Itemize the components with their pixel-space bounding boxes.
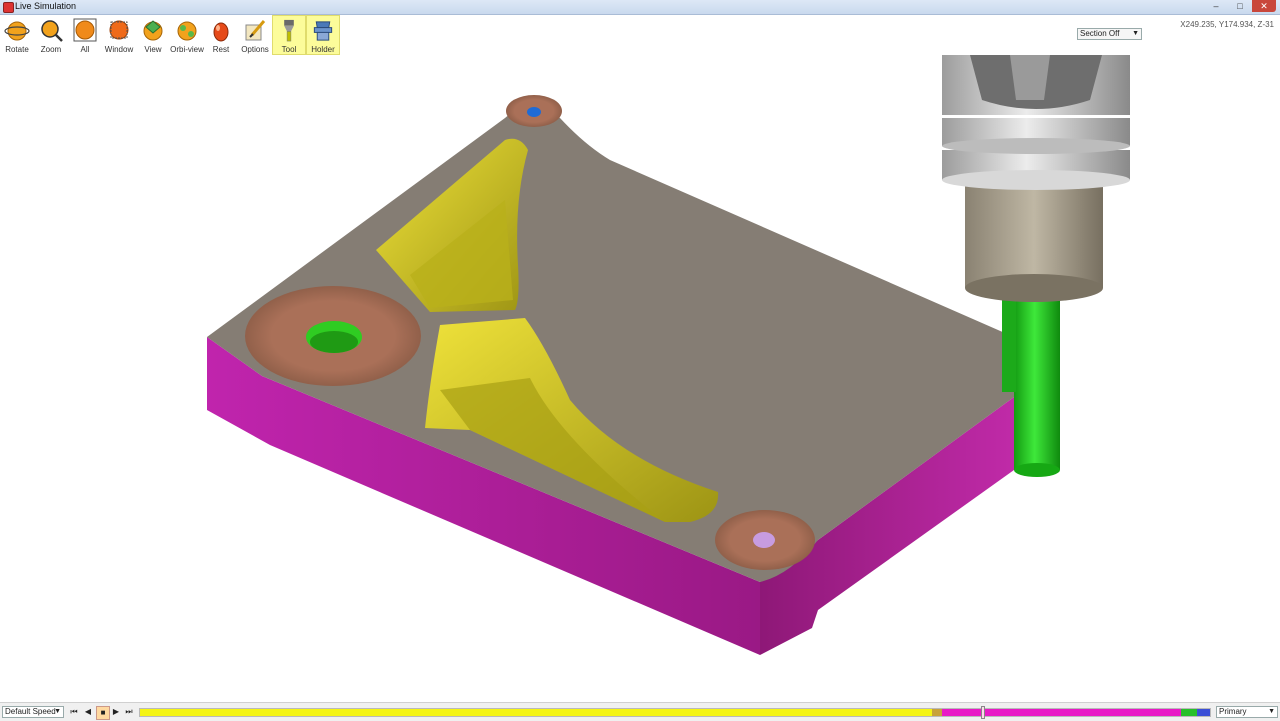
rest-material-button[interactable]: Rest xyxy=(204,15,238,55)
hole-left-inner xyxy=(310,331,358,353)
zoom-window-button[interactable]: Window xyxy=(102,15,136,55)
cutting-tool-flute xyxy=(1002,300,1016,392)
holder-label: Holder xyxy=(311,45,335,54)
holder-icon xyxy=(313,21,333,41)
simulation-viewport[interactable] xyxy=(0,55,1280,700)
holder-collar xyxy=(965,178,1103,288)
options-label: Options xyxy=(241,45,269,54)
holder-ring-mid-edge xyxy=(942,138,1130,154)
simulation-scene xyxy=(207,55,1130,655)
options-icon xyxy=(245,20,266,41)
stop-icon: ■ xyxy=(100,708,106,717)
skip-end-icon: ⏭ xyxy=(125,707,133,716)
zoom-label: Zoom xyxy=(40,45,62,54)
orbi-view-icon xyxy=(177,21,197,41)
holder-taper-shine xyxy=(1010,55,1050,100)
zoom-button[interactable]: Zoom xyxy=(34,15,68,55)
toolbar: Rotate Zoom All Window View Orbi-view Re… xyxy=(0,15,340,55)
timeline-segment xyxy=(1197,709,1210,716)
app-icon xyxy=(3,2,14,13)
options-button[interactable]: Options xyxy=(238,15,272,55)
view-button[interactable]: View xyxy=(136,15,170,55)
hole-top xyxy=(527,107,541,117)
cutting-tool-tip xyxy=(1014,463,1060,477)
timeline-segment xyxy=(942,709,1182,716)
window-title: Live Simulation xyxy=(15,1,77,11)
section-select-value: Section Off xyxy=(1080,29,1120,38)
view-icon xyxy=(143,20,163,41)
step-back-button[interactable]: ◀ xyxy=(82,706,94,718)
chevron-down-icon: ▼ xyxy=(1268,708,1275,715)
orbi-view-button[interactable]: Orbi-view xyxy=(170,15,204,55)
cutting-tool-shank xyxy=(1014,300,1060,470)
holder-toggle-button[interactable]: Holder xyxy=(306,15,340,55)
zoom-window-icon xyxy=(109,20,129,40)
tool-icon xyxy=(284,19,294,42)
timeline-segment xyxy=(931,709,943,716)
fit-all-label: All xyxy=(80,45,90,54)
rotate-label: Rotate xyxy=(5,45,29,54)
orbi-view-label: Orbi-view xyxy=(170,45,204,54)
maximize-button[interactable]: □ xyxy=(1228,0,1252,12)
zoom-window-label: Window xyxy=(104,45,134,54)
go-end-button[interactable]: ⏭ xyxy=(123,706,135,718)
mode-select[interactable]: Primary ▼ xyxy=(1216,706,1278,718)
playback-bar: Default Speed ▼ ⏮ ◀ ■ ▶ ⏭ Primary ▼ xyxy=(0,702,1280,721)
tool-toggle-button[interactable]: Tool xyxy=(272,15,306,55)
speed-select-value: Default Speed xyxy=(5,707,56,716)
rotate-button[interactable]: Rotate xyxy=(0,15,34,55)
chevron-down-icon: ▼ xyxy=(1132,30,1139,37)
go-start-button[interactable]: ⏮ xyxy=(68,706,80,718)
chevron-down-icon: ▼ xyxy=(54,708,61,715)
rest-material-label: Rest xyxy=(212,45,230,54)
holder-collar-bottom xyxy=(965,274,1103,302)
coordinate-readout: X249.235, Y174.934, Z-31 xyxy=(1180,20,1274,29)
hole-right xyxy=(753,532,775,548)
minimize-button[interactable]: – xyxy=(1204,0,1228,12)
section-select[interactable]: Section Off ▼ xyxy=(1077,28,1142,40)
skip-start-icon: ⏮ xyxy=(70,707,78,716)
step-forward-button[interactable]: ▶ xyxy=(110,706,122,718)
fit-all-icon xyxy=(73,18,97,42)
zoom-icon xyxy=(41,20,63,42)
title-bar: Live Simulation – □ ✕ xyxy=(0,0,1280,15)
mode-select-value: Primary xyxy=(1219,707,1247,716)
step-forward-icon: ▶ xyxy=(112,707,120,716)
rotate-icon xyxy=(4,21,30,41)
rest-material-icon xyxy=(213,22,229,42)
timeline-thumb[interactable] xyxy=(980,706,985,719)
timeline-track[interactable] xyxy=(139,708,1211,717)
close-button[interactable]: ✕ xyxy=(1252,0,1276,12)
holder-ring-low-edge xyxy=(942,170,1130,190)
speed-select[interactable]: Default Speed ▼ xyxy=(2,706,64,718)
step-back-icon: ◀ xyxy=(84,707,92,716)
view-label: View xyxy=(144,45,162,54)
stop-button[interactable]: ■ xyxy=(96,706,110,720)
timeline-segment xyxy=(1181,709,1198,716)
tool-label: Tool xyxy=(281,45,297,54)
fit-all-button[interactable]: All xyxy=(68,15,102,55)
timeline-segment xyxy=(140,709,932,716)
